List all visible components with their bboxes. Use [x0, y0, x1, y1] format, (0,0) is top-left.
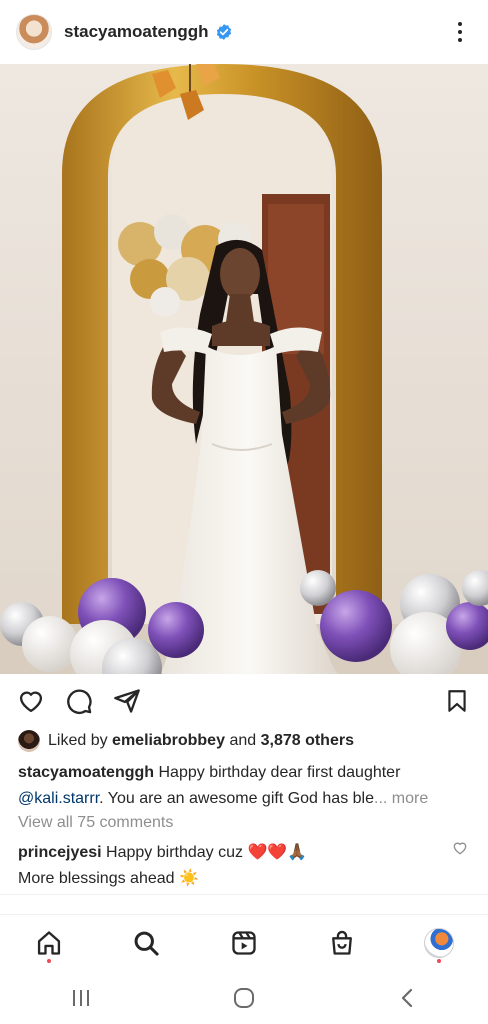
caption-text-after: . You are an awesome gift God has ble: [99, 790, 374, 807]
home-icon: [37, 930, 60, 955]
comment-username[interactable]: princejyesi: [18, 844, 102, 861]
nav-shop[interactable]: [320, 921, 364, 965]
liker-avatar: [18, 730, 40, 752]
bottom-nav: [0, 914, 488, 970]
verified-badge-icon: [216, 24, 231, 40]
poster-username[interactable]: stacyamoatenggh: [64, 22, 209, 42]
caption-more-link[interactable]: ... more: [374, 790, 428, 807]
caption-text-before: Happy birthday dear first daughter: [154, 764, 401, 781]
shop-icon: [331, 930, 352, 955]
caption-username[interactable]: stacyamoatenggh: [18, 764, 154, 781]
recent-apps-button[interactable]: [61, 978, 101, 1018]
likes-joiner: and: [229, 732, 257, 749]
share-send-icon[interactable]: [112, 686, 142, 716]
post-caption: stacyamoatenggh Happy birthday dear firs…: [18, 760, 478, 812]
likes-prefix: Liked by: [48, 732, 108, 749]
nav-profile[interactable]: [417, 921, 461, 965]
nav-home[interactable]: [27, 921, 71, 965]
nav-search[interactable]: [124, 921, 168, 965]
post-photo-illustration: [0, 64, 488, 674]
profile-notification-dot: [437, 958, 442, 963]
poster-avatar[interactable]: [16, 14, 52, 50]
like-heart-icon[interactable]: [16, 686, 46, 716]
home-circle-icon: [233, 988, 254, 1008]
post-header: stacyamoatenggh: [0, 0, 488, 64]
post-actions: [0, 680, 488, 722]
nav-reels[interactable]: [222, 921, 266, 965]
more-options-icon[interactable]: [448, 16, 472, 48]
home-button[interactable]: [224, 978, 264, 1018]
top-comment: princejyesi Happy birthday cuz ❤️❤️🙏🏾 Mo…: [18, 840, 472, 892]
comment-text: Happy birthday cuz ❤️❤️🙏🏾: [101, 844, 308, 861]
liker-username[interactable]: emeliabrobbey: [112, 732, 225, 750]
likes-summary[interactable]: Liked by emeliabrobbey and 3,878 others: [18, 730, 354, 752]
likes-count[interactable]: 3,878 others: [261, 732, 354, 750]
android-system-nav: [0, 972, 488, 1024]
view-all-comments-link[interactable]: View all 75 comments: [18, 814, 173, 832]
profile-avatar: [424, 927, 455, 958]
caption-mention-link[interactable]: @kali.starrr: [18, 790, 99, 807]
comment-bubble-icon[interactable]: [64, 686, 94, 716]
back-button[interactable]: [387, 978, 427, 1018]
home-notification-dot: [46, 958, 51, 963]
recent-apps-icon: [73, 990, 90, 1006]
post-photo[interactable]: [0, 64, 488, 674]
feed-divider: [0, 894, 488, 895]
comment-like-heart-icon[interactable]: [452, 840, 468, 856]
comment-text-line2: More blessings ahead ☀️: [18, 870, 199, 887]
back-chevron-icon: [401, 988, 412, 1008]
bookmark-icon[interactable]: [442, 686, 472, 716]
search-icon: [134, 931, 159, 956]
reels-icon: [232, 930, 256, 955]
